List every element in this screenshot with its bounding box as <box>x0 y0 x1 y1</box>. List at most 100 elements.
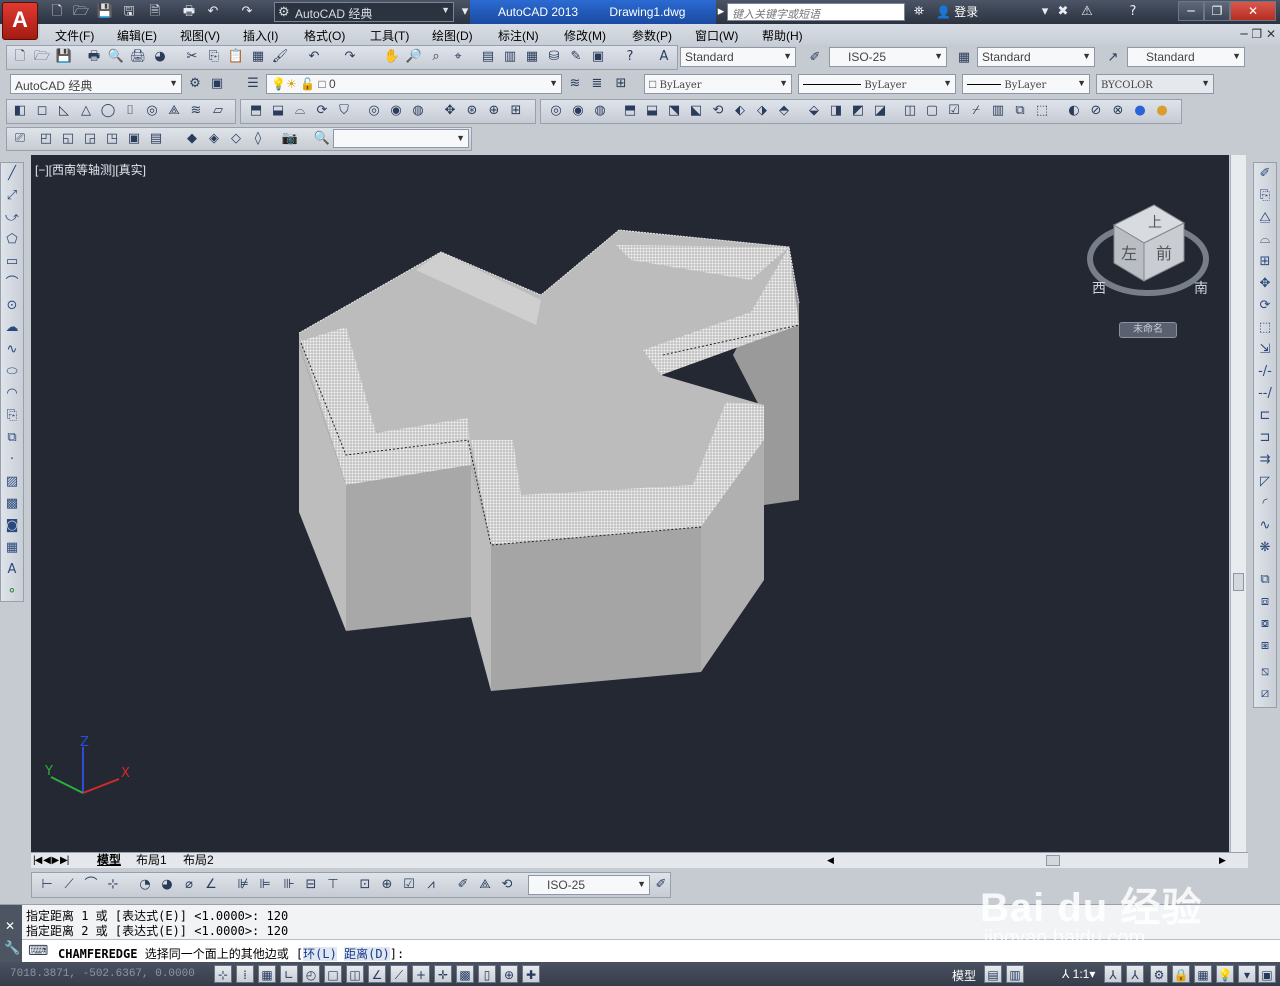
ortho-toggle[interactable]: ∟ <box>280 965 298 983</box>
polygon-icon[interactable]: ⬠ <box>3 231 21 249</box>
baseline-icon[interactable]: ⊫ <box>256 876 274 894</box>
loft-icon[interactable]: ⛉ <box>335 102 353 120</box>
menu-draw[interactable]: 绘图(D) <box>432 27 473 44</box>
linear-dim-icon[interactable]: ⊢ <box>38 876 56 894</box>
mdi-window-controls[interactable]: ─ ❐ ✕ <box>1240 27 1276 41</box>
menu-tools[interactable]: 工具(T) <box>370 27 409 44</box>
break-icon[interactable]: ⊐ <box>1256 429 1274 447</box>
drawing-viewport[interactable]: [−][西南等轴测][真实] 上 左 前 西 南 未命名 Z Y X <box>31 155 1229 852</box>
ellipse-arc-icon[interactable]: ◠ <box>3 385 21 403</box>
menu-help[interactable]: 帮助(H) <box>762 27 803 44</box>
menu-modify[interactable]: 修改(M) <box>564 27 606 44</box>
layer-previous-icon[interactable]: ≣ <box>588 75 606 93</box>
save-icon[interactable]: 💾 <box>96 3 114 21</box>
dimedit-icon[interactable]: ✐ <box>454 876 472 894</box>
zoom-realtime-icon[interactable]: 🔎 <box>405 48 423 66</box>
wrench-icon[interactable]: 🔧 <box>4 941 20 956</box>
stretch-icon[interactable]: ⇲ <box>1256 341 1274 359</box>
search-input[interactable]: 键入关键字或短语 <box>727 3 905 21</box>
pan-icon[interactable]: ✋ <box>383 48 401 66</box>
login-dropdown-icon[interactable]: ▾ <box>1036 3 1054 21</box>
snap-toggle[interactable]: ⁞ <box>236 965 254 983</box>
spline-icon[interactable]: ∿ <box>3 341 21 359</box>
zoom-window-icon[interactable]: ⌕ <box>427 48 445 66</box>
shell-icon[interactable]: ▢ <box>923 102 941 120</box>
3dalign-icon[interactable]: ⊕ <box>485 102 503 120</box>
exchange-icon[interactable]: ✖ <box>1054 3 1072 21</box>
dyn-toggle[interactable]: + <box>412 965 430 983</box>
extract-edges-icon[interactable]: ⬚ <box>1033 102 1051 120</box>
intersect2-icon[interactable]: ◍ <box>591 102 609 120</box>
ellipse-icon[interactable]: ⬭ <box>3 363 21 381</box>
torus-icon[interactable]: ◎ <box>143 102 161 120</box>
tab-nav-arrows[interactable]: |◀ ◀ ▶ ▶| <box>33 853 69 868</box>
new-icon[interactable]: 🗋 <box>48 3 66 21</box>
sphere-icon[interactable]: ◯ <box>99 102 117 120</box>
3dosnap-toggle[interactable]: ◫ <box>346 965 364 983</box>
construction-line-icon[interactable]: ⤢ <box>3 187 21 205</box>
box-icon[interactable]: ◻ <box>33 102 51 120</box>
dim-update-icon[interactable]: ⟲ <box>498 876 516 894</box>
layer-select[interactable]: 💡☀ 🔓 □ 0 ▼ <box>266 74 562 94</box>
model-space-label[interactable]: 模型 <box>952 967 976 984</box>
restore-button[interactable]: ❐ <box>1204 1 1230 21</box>
mtext-icon[interactable]: A <box>3 561 21 579</box>
option-loop[interactable]: 环(L) <box>303 947 337 961</box>
connect-icon[interactable]: ⚠ <box>1078 3 1096 21</box>
erase-icon[interactable]: ✐ <box>1256 165 1274 183</box>
ws-settings-icon[interactable]: ⚙ <box>186 75 204 93</box>
plotstyle-select[interactable]: BYCOLOR ▼ <box>1096 74 1214 94</box>
scale-icon[interactable]: ⬚ <box>1256 319 1274 337</box>
draworder-below-icon[interactable]: ⧆ <box>1256 637 1274 655</box>
jogged-linear-icon[interactable]: ⩘ <box>422 876 440 894</box>
menu-format[interactable]: 格式(O) <box>304 27 345 44</box>
menu-parametric[interactable]: 参数(P) <box>632 27 672 44</box>
coordinates-readout[interactable]: 7018.3871, -502.6367, 0.0000 <box>10 968 195 980</box>
presspull-icon[interactable]: ⬓ <box>269 102 287 120</box>
explode-icon[interactable]: ❋ <box>1256 539 1274 557</box>
workspace-select[interactable]: ⚙ AutoCAD 经典 ▼ <box>274 2 454 22</box>
hscroll-left-arrow[interactable]: ◀ <box>827 853 834 868</box>
visual-styles-icon[interactable]: ◐ <box>1065 102 1083 120</box>
quickcalc-icon[interactable]: ▣ <box>589 48 607 66</box>
paste-block-icon[interactable]: ▦ <box>249 48 267 66</box>
diameter-dim-icon[interactable]: ⌀ <box>180 876 198 894</box>
revolve-icon[interactable]: ⟳ <box>313 102 331 120</box>
saveas-icon[interactable]: 🖫 <box>120 3 138 21</box>
mleader-style-select[interactable]: Standard ▼ <box>1127 47 1245 67</box>
wedge-icon[interactable]: ◺ <box>55 102 73 120</box>
tab-model[interactable]: 模型 <box>97 853 121 868</box>
designcenter-icon[interactable]: ▥ <box>501 48 519 66</box>
trim-icon[interactable]: -/- <box>1256 363 1274 381</box>
point-icon[interactable]: · <box>3 451 21 469</box>
array-icon[interactable]: ⊞ <box>1256 253 1274 271</box>
status-menu-icon[interactable]: ▾ <box>1238 965 1256 983</box>
dim-style-select-2[interactable]: ISO-25 ▼ <box>528 875 650 895</box>
qp-toggle[interactable]: ▯ <box>478 965 496 983</box>
circle-icon[interactable]: ⊙ <box>3 297 21 315</box>
linetype-select[interactable]: ByLayer ▼ <box>798 74 956 94</box>
break-at-point-icon[interactable]: ⊏ <box>1256 407 1274 425</box>
extend-icon[interactable]: --/ <box>1256 385 1274 403</box>
isolate-objects-icon[interactable]: 💡 <box>1216 965 1234 983</box>
color-edges-icon[interactable]: ◨ <box>827 102 845 120</box>
layer-states-icon[interactable]: ⊞ <box>612 75 630 93</box>
dim-style-select[interactable]: ISO-25 ▼ <box>829 47 947 67</box>
offset-faces-icon[interactable]: ⬔ <box>665 102 683 120</box>
menu-insert[interactable]: 插入(I) <box>243 27 278 44</box>
grid-toggle[interactable]: ▦ <box>258 965 276 983</box>
menu-dimension[interactable]: 标注(N) <box>498 27 539 44</box>
preview-icon[interactable]: 🔍 <box>107 48 125 66</box>
qnew-icon[interactable]: 🗋 <box>11 48 29 66</box>
table-style-select[interactable]: Standard ▼ <box>977 47 1095 67</box>
lwt-toggle[interactable]: ✛ <box>434 965 452 983</box>
ne-iso-icon[interactable]: ◇ <box>227 130 245 148</box>
rotate-icon[interactable]: ⟳ <box>1256 297 1274 315</box>
copy-icon[interactable]: ⎘ <box>205 48 223 66</box>
viewcube-front-label[interactable]: 前 <box>1156 244 1172 263</box>
login-button[interactable]: 👤 登录 <box>936 3 978 20</box>
gradient-icon[interactable]: ▩ <box>3 495 21 513</box>
hatch-icon[interactable]: ▨ <box>3 473 21 491</box>
copy-faces-icon[interactable]: ⬗ <box>753 102 771 120</box>
conceptual-icon[interactable]: ● <box>1131 102 1149 120</box>
